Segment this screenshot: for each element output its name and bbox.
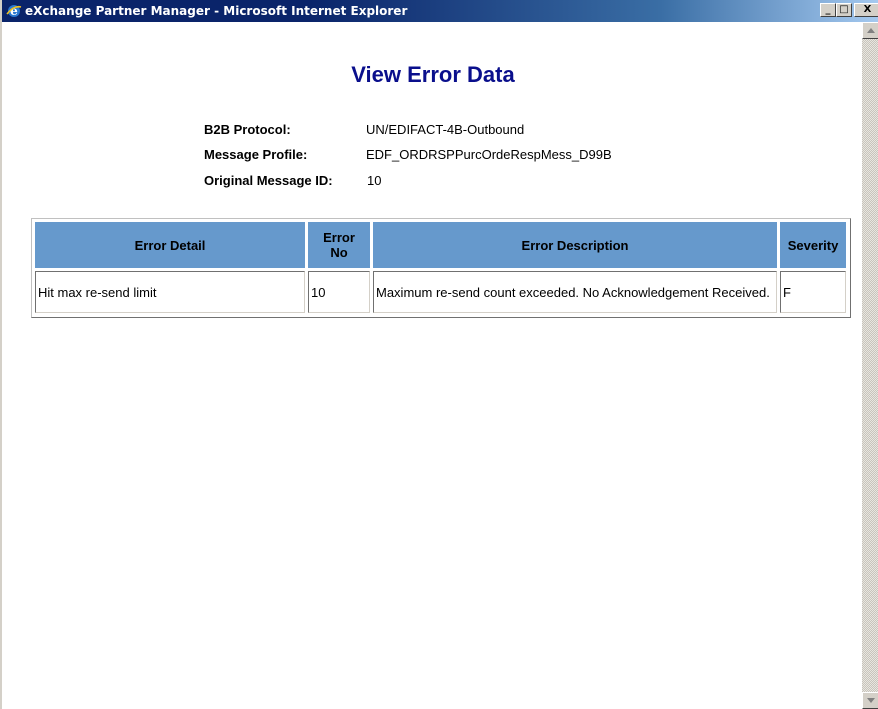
cell-severity: F (780, 271, 846, 313)
maximize-button[interactable]: □ (836, 3, 852, 17)
header-error-description: Error Description (373, 222, 777, 268)
close-button[interactable]: X (854, 3, 878, 17)
message-profile-value: EDF_ORDRSPPurcOrdeRespMess_D99B (366, 147, 612, 162)
page-title: View Error Data (351, 62, 515, 87)
title-bar[interactable]: e eXchange Partner Manager - Microsoft I… (2, 0, 878, 22)
cell-error-detail: Hit max re-send limit (35, 271, 305, 313)
header-error-no: Error No (308, 222, 370, 268)
ie-logo-icon: e (6, 3, 22, 19)
original-message-id-label: Original Message ID: (204, 173, 333, 188)
b2b-protocol-value: UN/EDIFACT-4B-Outbound (366, 122, 525, 137)
page-content: View Error Data B2B Protocol: UN/EDIFACT… (4, 22, 862, 709)
b2b-protocol-label: B2B Protocol: (204, 122, 291, 137)
scroll-down-button[interactable] (862, 692, 878, 709)
cell-error-no: 10 (308, 271, 370, 313)
window-title: eXchange Partner Manager - Microsoft Int… (25, 4, 408, 18)
cell-error-description: Maximum re-send count exceeded. No Ackno… (373, 271, 777, 313)
scroll-up-button[interactable] (862, 22, 878, 39)
original-message-id-value: 10 (367, 173, 382, 188)
message-profile-label: Message Profile: (204, 147, 308, 162)
minimize-button[interactable]: _ (820, 3, 836, 17)
vertical-scrollbar[interactable] (862, 22, 878, 709)
error-table: Error Detail Error No Error Description … (31, 218, 851, 318)
header-error-detail: Error Detail (35, 222, 305, 268)
header-severity: Severity (780, 222, 846, 268)
browser-window: e eXchange Partner Manager - Microsoft I… (0, 0, 878, 709)
